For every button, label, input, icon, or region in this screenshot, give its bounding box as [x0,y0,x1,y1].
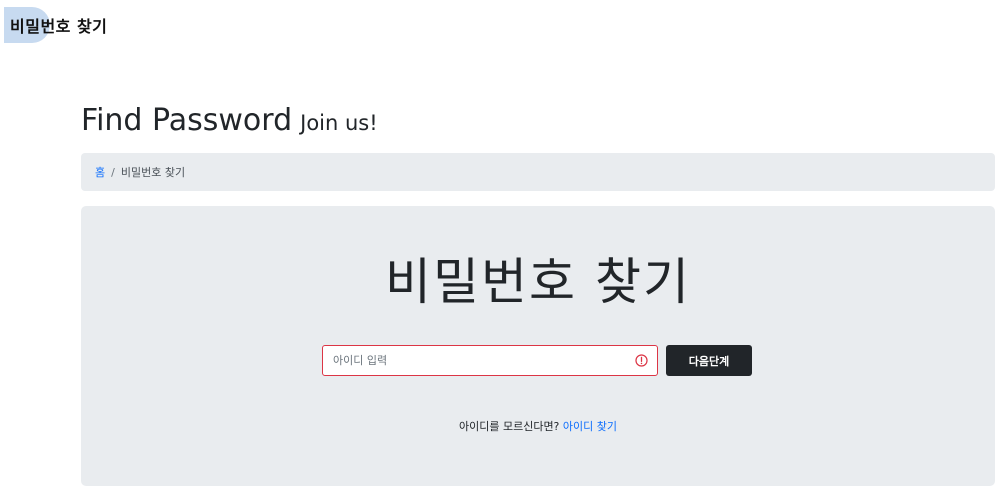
page-title: Find Password [81,103,293,138]
find-id-hint: 아이디를 모르신다면? 아이디 찾기 [81,418,995,434]
id-input-wrapper [322,345,658,376]
panel-title: 비밀번호 찾기 [385,253,691,311]
page-heading: Find Password Join us! [81,103,378,138]
page-subtitle: Join us! [300,111,378,135]
badge-label: 비밀번호 찾기 [10,17,108,36]
top-badge: 비밀번호 찾기 [4,7,107,43]
find-password-panel: 비밀번호 찾기 다음단계 아이디를 모르신다면? 아이디 찾기 [81,206,995,486]
find-id-link[interactable]: 아이디 찾기 [563,420,617,433]
breadcrumb-home-link[interactable]: 홈 [95,164,105,180]
next-step-button[interactable]: 다음단계 [666,345,752,376]
breadcrumb-current: 비밀번호 찾기 [120,166,186,179]
exclamation-circle-icon [635,354,648,367]
hint-text: 아이디를 모르신다면? [458,420,560,433]
breadcrumb-separator: / [111,165,115,179]
id-input[interactable] [323,346,623,375]
breadcrumb: 홈 / 비밀번호 찾기 [81,153,995,191]
id-form: 다음단계 [322,345,752,376]
